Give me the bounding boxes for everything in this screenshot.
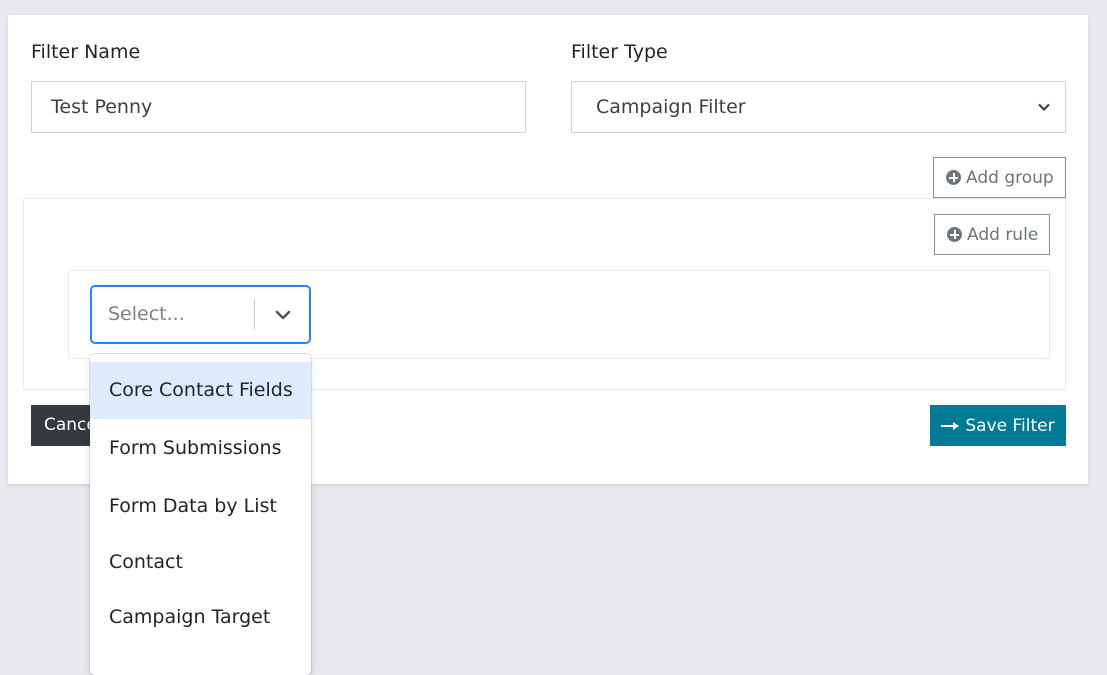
filter-name-label: Filter Name bbox=[31, 41, 141, 63]
plus-circle-icon bbox=[946, 170, 961, 185]
rule-field-placeholder: Select... bbox=[108, 303, 185, 325]
plus-circle-icon bbox=[947, 227, 962, 242]
add-group-button[interactable]: Add group bbox=[933, 157, 1066, 198]
add-group-label: Add group bbox=[966, 167, 1054, 188]
add-rule-label: Add rule bbox=[967, 224, 1039, 245]
chevron-down-icon bbox=[1038, 103, 1050, 111]
chevron-down-icon[interactable] bbox=[274, 308, 292, 322]
filter-type-label: Filter Type bbox=[571, 41, 668, 63]
select-separator bbox=[254, 299, 255, 330]
field-options-menu: Core Contact Fields Form Submissions For… bbox=[90, 354, 311, 675]
filter-type-select[interactable]: Campaign Filter bbox=[571, 81, 1066, 133]
save-filter-button[interactable]: Save Filter bbox=[930, 405, 1066, 446]
save-filter-label: Save Filter bbox=[965, 415, 1055, 436]
rule-field-select[interactable]: Select... bbox=[90, 285, 311, 344]
page-background bbox=[0, 0, 1107, 9]
filter-name-input[interactable] bbox=[31, 81, 526, 133]
menu-option-form-submissions[interactable]: Form Submissions bbox=[90, 419, 311, 478]
filter-type-value: Campaign Filter bbox=[596, 96, 746, 118]
menu-option-form-data-by-list[interactable]: Form Data by List bbox=[90, 478, 311, 535]
menu-option-contact[interactable]: Contact bbox=[90, 535, 311, 590]
arrow-right-icon bbox=[941, 421, 960, 430]
add-rule-button[interactable]: Add rule bbox=[934, 214, 1050, 255]
menu-option-core-contact-fields[interactable]: Core Contact Fields bbox=[90, 362, 311, 419]
menu-option-campaign-target[interactable]: Campaign Target bbox=[90, 590, 311, 645]
